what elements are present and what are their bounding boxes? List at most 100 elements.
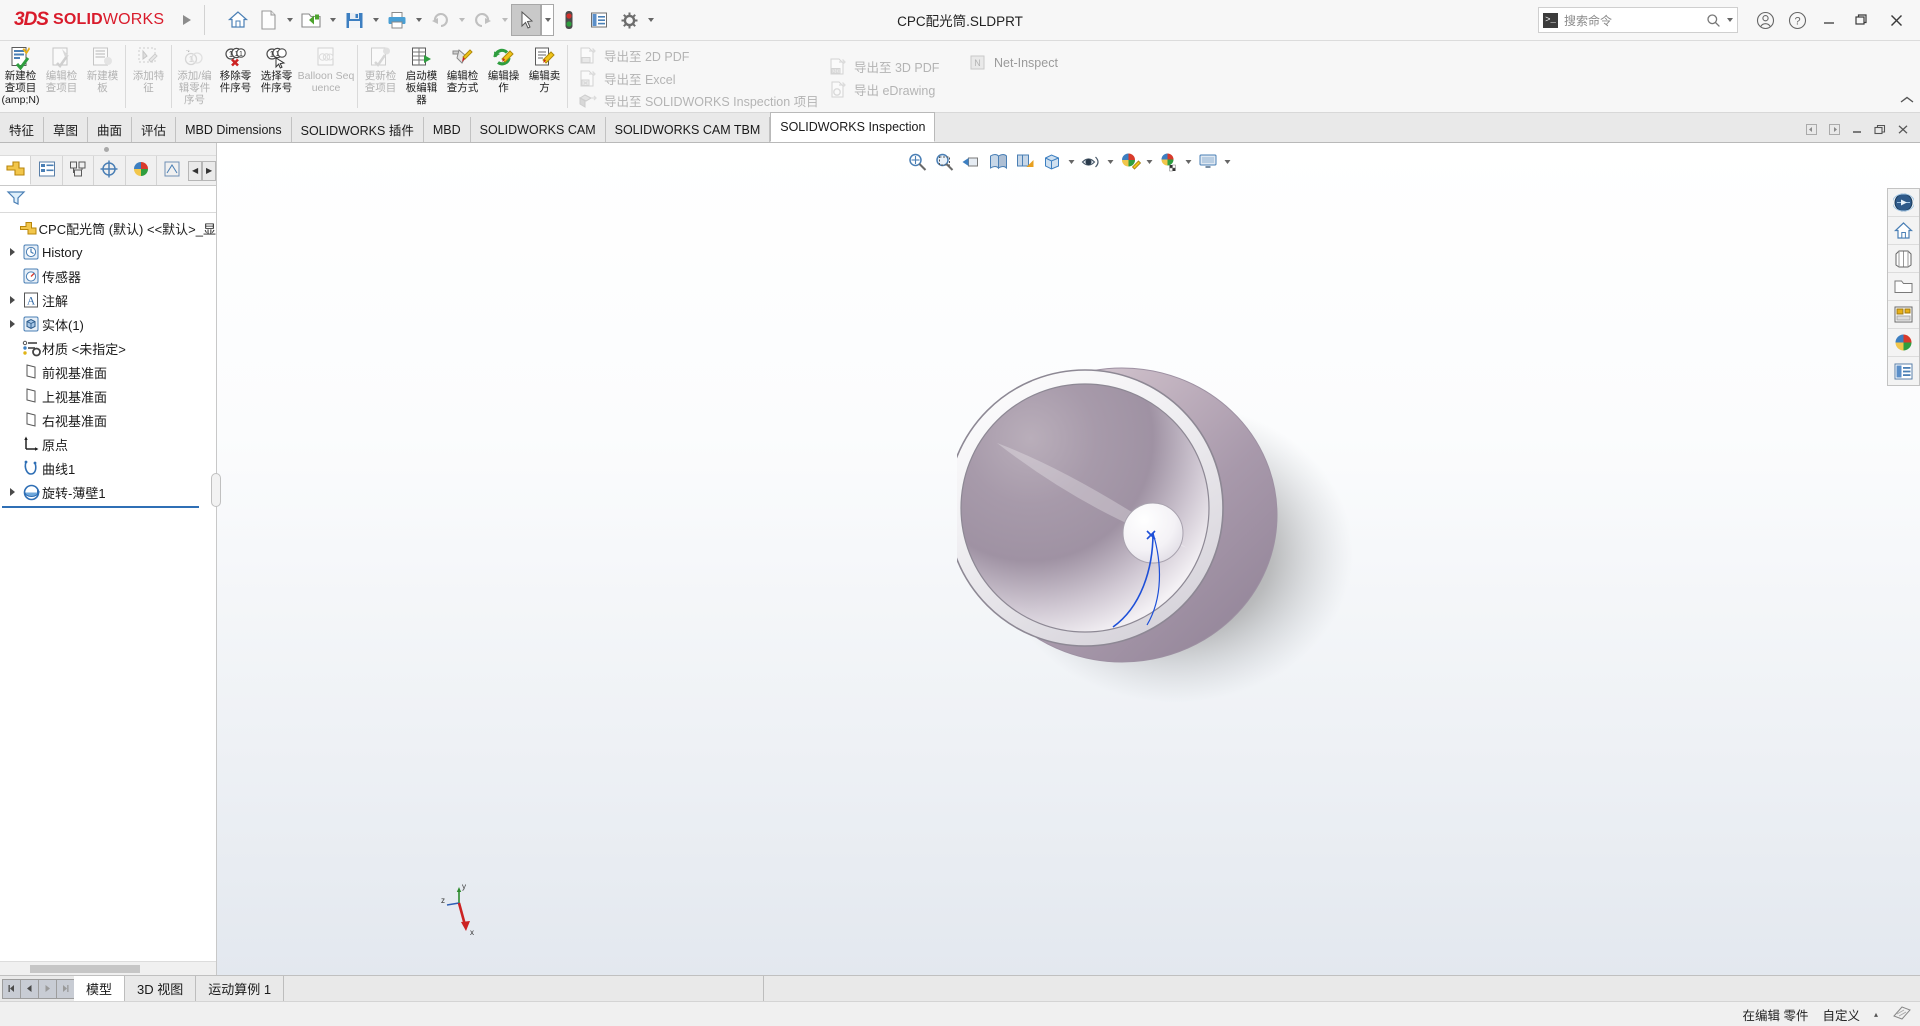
account-icon[interactable] [1750, 5, 1780, 35]
scrollbar-thumb[interactable] [30, 965, 140, 973]
tab-solidworks-cam[interactable]: SOLIDWORKS CAM [470, 117, 606, 142]
save-dropdown[interactable] [369, 4, 382, 36]
tree-curve1[interactable]: 曲线1 [0, 456, 216, 480]
tab-solidworks-inspection[interactable]: SOLIDWORKS Inspection [770, 112, 936, 142]
tree-top-plane[interactable]: 上视基准面 [0, 384, 216, 408]
tree-revolve-thin1[interactable]: 旋转-薄壁1 [0, 480, 216, 504]
home-icon[interactable] [223, 4, 253, 36]
export-2d-pdf-item[interactable]: 导出至 2D PDF [578, 44, 820, 67]
panel-resize-handle[interactable] [211, 473, 221, 507]
tab-sketch[interactable]: 草图 [44, 117, 89, 142]
edit-inspection-method-button[interactable]: 编辑检查方式 [442, 41, 483, 112]
redo-icon[interactable] [468, 4, 498, 36]
fm-tab-display-manager[interactable] [126, 156, 157, 185]
tree-front-plane[interactable]: 前视基准面 [0, 360, 216, 384]
export-3d-pdf-item[interactable]: 3D 导出至 3D PDF [828, 55, 960, 78]
fm-tab-property-manager[interactable] [31, 156, 63, 185]
annotations-expander[interactable] [4, 295, 20, 305]
tab-features[interactable]: 特征 [0, 117, 45, 142]
new-template-button[interactable]: 新建模板 [82, 41, 123, 112]
net-inspect-item[interactable]: N Net-Inspect [968, 51, 1080, 74]
search-commands-box[interactable]: >_ 搜索命令 [1538, 7, 1738, 33]
save-icon[interactable] [339, 4, 369, 36]
apply-scene-icon[interactable] [1156, 149, 1182, 175]
previous-view-icon[interactable] [958, 149, 984, 175]
tree-sensors[interactable]: 传感器 [0, 264, 216, 288]
hide-show-items-icon[interactable] [1078, 149, 1104, 175]
tab-solidworks-addins[interactable]: SOLIDWORKS 插件 [291, 117, 424, 142]
view-navigator-icon[interactable] [1888, 189, 1919, 217]
view-orientation-icon[interactable] [1012, 149, 1038, 175]
zoom-to-fit-icon[interactable] [904, 149, 930, 175]
open-document-dropdown[interactable] [326, 4, 339, 36]
select-dropdown[interactable] [541, 4, 555, 36]
view-settings-dropdown[interactable] [1222, 149, 1233, 175]
export-edrawing-item[interactable]: 导出 eDrawing [828, 78, 960, 101]
export-inspection-project-item[interactable]: 导出至 SOLIDWORKS Inspection 项目 [578, 89, 820, 112]
fm-tab-configuration-manager[interactable] [63, 156, 95, 185]
customize-caret-icon[interactable]: ▴ [1874, 1010, 1878, 1019]
next-doc-icon[interactable] [1823, 119, 1845, 139]
display-manager-sphere-icon[interactable] [1888, 329, 1919, 357]
custom-properties-icon[interactable] [1888, 301, 1919, 329]
revolve-expander[interactable] [4, 487, 20, 497]
edit-appearance-icon[interactable] [1117, 149, 1143, 175]
doc-minimize-icon[interactable] [1846, 119, 1868, 139]
display-style-dropdown[interactable] [1066, 149, 1077, 175]
print-dropdown[interactable] [412, 4, 425, 36]
home-view-icon[interactable] [1888, 217, 1919, 245]
gear-icon[interactable] [614, 4, 644, 36]
next-tab-icon[interactable] [38, 978, 57, 999]
tree-history[interactable]: History [0, 240, 216, 264]
new-document-dropdown[interactable] [283, 4, 296, 36]
options-panel-icon[interactable] [584, 4, 614, 36]
cpc-light-tube-model[interactable] [957, 363, 1417, 763]
prev-tab-icon[interactable] [20, 978, 39, 999]
export-excel-item[interactable]: 导出至 Excel [578, 67, 820, 90]
section-view-icon[interactable] [985, 149, 1011, 175]
feature-manager-splitter[interactable] [0, 143, 216, 156]
options-dropdown[interactable] [644, 4, 657, 36]
add-edit-balloon-button[interactable]: 1 添加/编辑零件序号 [174, 41, 215, 112]
balloon-sequence-button[interactable]: Balloon Sequence [297, 41, 355, 112]
add-feature-button[interactable]: 添加特征 [128, 41, 169, 112]
apply-scene-dropdown[interactable] [1183, 149, 1194, 175]
edit-appearance-dropdown[interactable] [1144, 149, 1155, 175]
doc-restore-icon[interactable] [1869, 119, 1891, 139]
search-input[interactable]: 搜索命令 [1564, 12, 1700, 29]
tree-origin[interactable]: 原点 [0, 432, 216, 456]
bodies-expander[interactable] [4, 319, 20, 329]
new-inspection-project-button[interactable]: 新建检查项目 (amp;N) [0, 41, 41, 112]
open-folder-icon[interactable] [296, 4, 326, 36]
fm-tab-more[interactable] [157, 156, 188, 185]
feature-tree-horizontal-scrollbar[interactable] [0, 961, 216, 975]
edit-inspection-project-button[interactable]: 编辑检查项目 [41, 41, 82, 112]
tab-surfaces[interactable]: 曲面 [88, 117, 133, 142]
fm-nav-left[interactable]: ◀ [188, 160, 203, 181]
history-expander[interactable] [4, 247, 20, 257]
ribbon-collapse-button[interactable] [1900, 96, 1914, 108]
prev-doc-icon[interactable] [1800, 119, 1822, 139]
search-dropdown-caret[interactable] [1727, 18, 1733, 22]
graphics-area[interactable]: z y x [217, 143, 1920, 975]
doc-close-icon[interactable] [1892, 119, 1914, 139]
hide-show-dropdown[interactable] [1105, 149, 1116, 175]
tab-mbd-dimensions[interactable]: MBD Dimensions [176, 117, 292, 142]
tree-right-plane[interactable]: 右视基准面 [0, 408, 216, 432]
fm-tab-dimxpert-manager[interactable] [94, 156, 126, 185]
last-tab-icon[interactable] [56, 978, 75, 999]
expand-menu-arrow-icon[interactable] [178, 11, 196, 29]
tab-evaluate[interactable]: 评估 [132, 117, 177, 142]
tab-solidworks-cam-tbm[interactable]: SOLIDWORKS CAM TBM [605, 117, 771, 142]
feature-tree-filter[interactable] [0, 186, 216, 213]
launch-template-editor-button[interactable]: 启动模板编辑器 [401, 41, 442, 112]
select-arrow-icon[interactable] [511, 4, 542, 36]
bottom-tab-model[interactable]: 模型 [74, 976, 126, 1001]
select-balloon-button[interactable]: 11 选择零件序号 [256, 41, 297, 112]
customize-label[interactable]: 自定义 [1822, 1005, 1860, 1024]
minimize-icon[interactable] [1814, 5, 1844, 35]
rollback-bar[interactable] [2, 506, 199, 508]
remove-balloon-button[interactable]: 111 移除零件序号 [215, 41, 256, 112]
bottom-tab-motion-study[interactable]: 运动算例 1 [196, 976, 285, 1001]
print-icon[interactable] [382, 4, 412, 36]
